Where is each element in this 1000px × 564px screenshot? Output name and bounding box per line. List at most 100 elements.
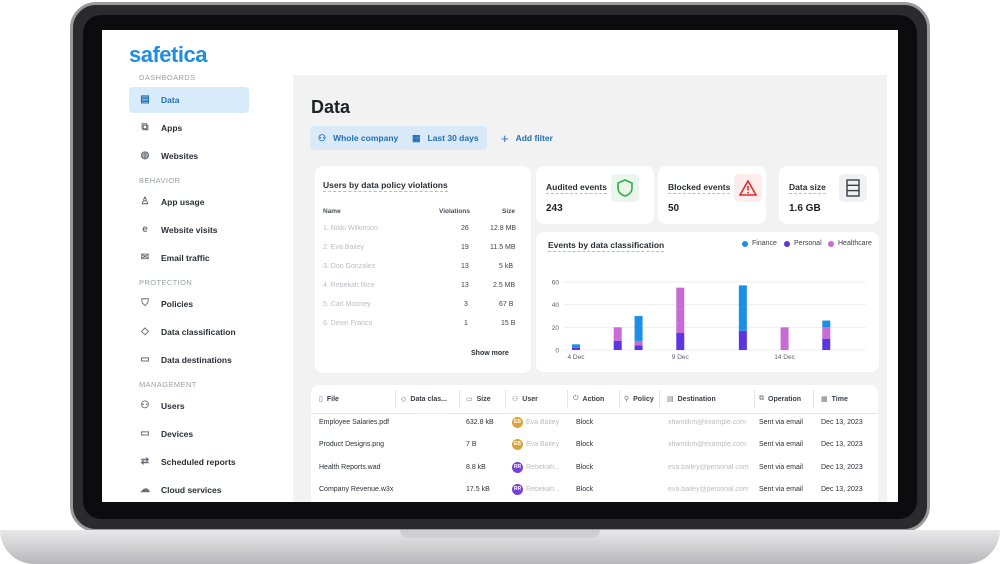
user-name: Rebekah...: [526, 486, 560, 493]
avatar: RR: [512, 484, 523, 495]
file-name: Health Reports.wad: [319, 464, 381, 471]
events-bar-chart: 0 20 40 60 4 Dec 9 Dec 14 Dec: [552, 280, 866, 361]
bar-segment-healthcare: [822, 327, 831, 339]
avatar: EB: [512, 417, 523, 428]
data-size-card[interactable]: Data size 1.6 GB: [779, 166, 879, 224]
warning-icon: [734, 174, 762, 202]
sidebar-item-users[interactable]: ⚇ Users: [129, 393, 249, 419]
col-time[interactable]: ▦ Time: [821, 395, 848, 404]
action: Block: [576, 419, 594, 426]
user-name: 2. Eva Bailey: [323, 244, 364, 251]
col-data-class[interactable]: ◇ Data clas...: [401, 395, 447, 404]
user-icon: ⚇: [512, 396, 519, 403]
col-label: Time: [831, 395, 848, 403]
apps-icon: ⧉: [141, 122, 149, 133]
sidebar-item-websites[interactable]: ◍ Websites: [129, 143, 249, 169]
sidebar-item-scheduled-reports[interactable]: ⇄ Scheduled reports: [129, 449, 249, 475]
user-name: 3. Don Gonzalez: [323, 263, 376, 270]
col-operation[interactable]: ⧉ Operation: [759, 395, 801, 403]
calendar-icon: ▦: [412, 132, 421, 143]
table-row[interactable]: Employee Salaries.pdf 632.8 kB EB Eva Ba…: [311, 413, 878, 435]
col-size[interactable]: ▭ Size: [466, 395, 491, 404]
col-file[interactable]: ▯ File: [319, 395, 339, 404]
add-filter-button[interactable]: + Add filter: [501, 126, 553, 150]
col-action[interactable]: ⏻ Action: [573, 395, 604, 403]
table-row[interactable]: Company Revenue.w3x 17.5 kB RR Rebekah..…: [311, 480, 878, 502]
bar-segment-personal: [738, 330, 747, 350]
sidebar-item-policies[interactable]: ⛉ Policies: [129, 291, 249, 317]
destination: xhwmlkm@example.com: [668, 441, 746, 448]
avatar: RR: [512, 462, 523, 473]
scope-filter-chip[interactable]: ⚇ Whole company: [310, 126, 407, 150]
y-tick-label: 60: [552, 280, 560, 287]
time: Dec 13, 2023: [821, 441, 863, 448]
action: Block: [576, 441, 594, 448]
table-row[interactable]: Health Reports.wad 8.8 kB RR Rebekah... …: [311, 458, 878, 480]
blocked-events-card[interactable]: Blocked events 50: [658, 166, 766, 224]
sidebar: safetica DASHBOARDS ▤ Data ⧉ Apps ◍ Website…: [102, 30, 292, 502]
table-row[interactable]: 1. Nikki Wilkinson 26 12.8 MB: [323, 221, 517, 240]
sidebar-item-label: Devices: [161, 429, 194, 439]
col-user[interactable]: ⚇ User: [512, 395, 538, 404]
brand-logo[interactable]: safetica: [129, 42, 207, 68]
sidebar-item-email-traffic[interactable]: ✉ Email traffic: [129, 245, 249, 271]
violations-title: Users by data policy violations: [323, 180, 448, 192]
bar-segment-healthcare: [613, 327, 622, 341]
table-row[interactable]: 5. Carl Mooney 3 67 B: [323, 297, 517, 316]
col-label: Data clas...: [410, 395, 447, 403]
action: Block: [576, 464, 594, 471]
sidebar-item-data-destinations[interactable]: ▭ Data destinations: [129, 347, 249, 373]
bar-segment-finance: [634, 316, 643, 341]
col-label: File: [326, 395, 339, 403]
violation-size: 15 B: [501, 320, 516, 327]
violation-count: 19: [461, 244, 469, 251]
file-name: Company Revenue.w3x: [319, 486, 394, 493]
audited-events-card[interactable]: Audited events 243: [536, 166, 654, 224]
drive-icon: ▭: [466, 396, 473, 403]
sidebar-item-apps[interactable]: ⧉ Apps: [129, 115, 249, 141]
file-name: Employee Salaries.pdf: [319, 419, 390, 426]
col-name: Name: [323, 208, 341, 215]
user-name: 5. Carl Mooney: [323, 301, 371, 308]
sidebar-item-cloud-services[interactable]: ☁ Cloud services: [129, 477, 249, 502]
table-row[interactable]: 6. Devin Franco 1 15 B: [323, 316, 517, 335]
violation-count: 26: [461, 225, 469, 232]
chess-icon: ♙: [140, 196, 150, 207]
column-divider: [754, 390, 755, 408]
col-destination[interactable]: ▤ Destination: [667, 395, 716, 404]
sidebar-item-label: Scheduled reports: [161, 457, 236, 467]
sidebar-item-data-classification[interactable]: ◇ Data classification: [129, 319, 249, 345]
sidebar-item-data[interactable]: ▤ Data: [129, 87, 249, 113]
col-label: User: [522, 395, 538, 403]
sidebar-item-app-usage[interactable]: ♙ App usage: [129, 189, 249, 215]
column-divider: [459, 390, 460, 408]
violations-card: Users by data policy violations Name Vio…: [315, 166, 531, 373]
sidebar-item-label: App usage: [161, 197, 205, 207]
column-divider: [619, 390, 620, 408]
table-row[interactable]: 4. Rebekah Rice 13 2.5 MB: [323, 278, 517, 297]
bar-segment-personal: [676, 333, 685, 350]
copy-icon: ⧉: [759, 395, 764, 402]
sidebar-item-label: Policies: [161, 299, 194, 309]
action-icon: ⏻: [573, 395, 579, 402]
time: Dec 13, 2023: [821, 464, 863, 471]
blocked-events-label: Blocked events: [668, 182, 731, 194]
events-table: ▯ File ◇ Data clas... ▭ Size ⚇ User ⏻ Action …: [311, 385, 878, 502]
sidebar-item-devices[interactable]: ▭ Devices: [129, 421, 249, 447]
plus-icon: +: [501, 130, 509, 146]
table-row[interactable]: 3. Don Gonzalez 13 5 kB: [323, 259, 517, 278]
period-filter-chip[interactable]: ▦ Last 30 days: [404, 126, 487, 150]
sidebar-item-label: Users: [161, 401, 185, 411]
table-row[interactable]: 2. Eva Bailey 19 11.5 MB: [323, 240, 517, 259]
show-more-link[interactable]: Show more: [471, 350, 509, 357]
page-title: Data: [311, 97, 351, 117]
users-icon: ⚇: [318, 132, 327, 143]
sidebar-item-label: Cloud services: [161, 485, 222, 495]
table-row[interactable]: Product Designs.png 7 B EB Eva Bailey Bl…: [311, 435, 878, 457]
violation-size: 2.5 MB: [493, 282, 516, 289]
file-size: 8.8 kB: [466, 464, 486, 471]
section-management: MANAGEMENT: [139, 380, 197, 389]
sidebar-item-website-visits[interactable]: e Website visits: [129, 217, 249, 243]
col-policy[interactable]: ⚲ Policy: [624, 395, 654, 404]
blocked-events-value: 50: [668, 203, 680, 214]
